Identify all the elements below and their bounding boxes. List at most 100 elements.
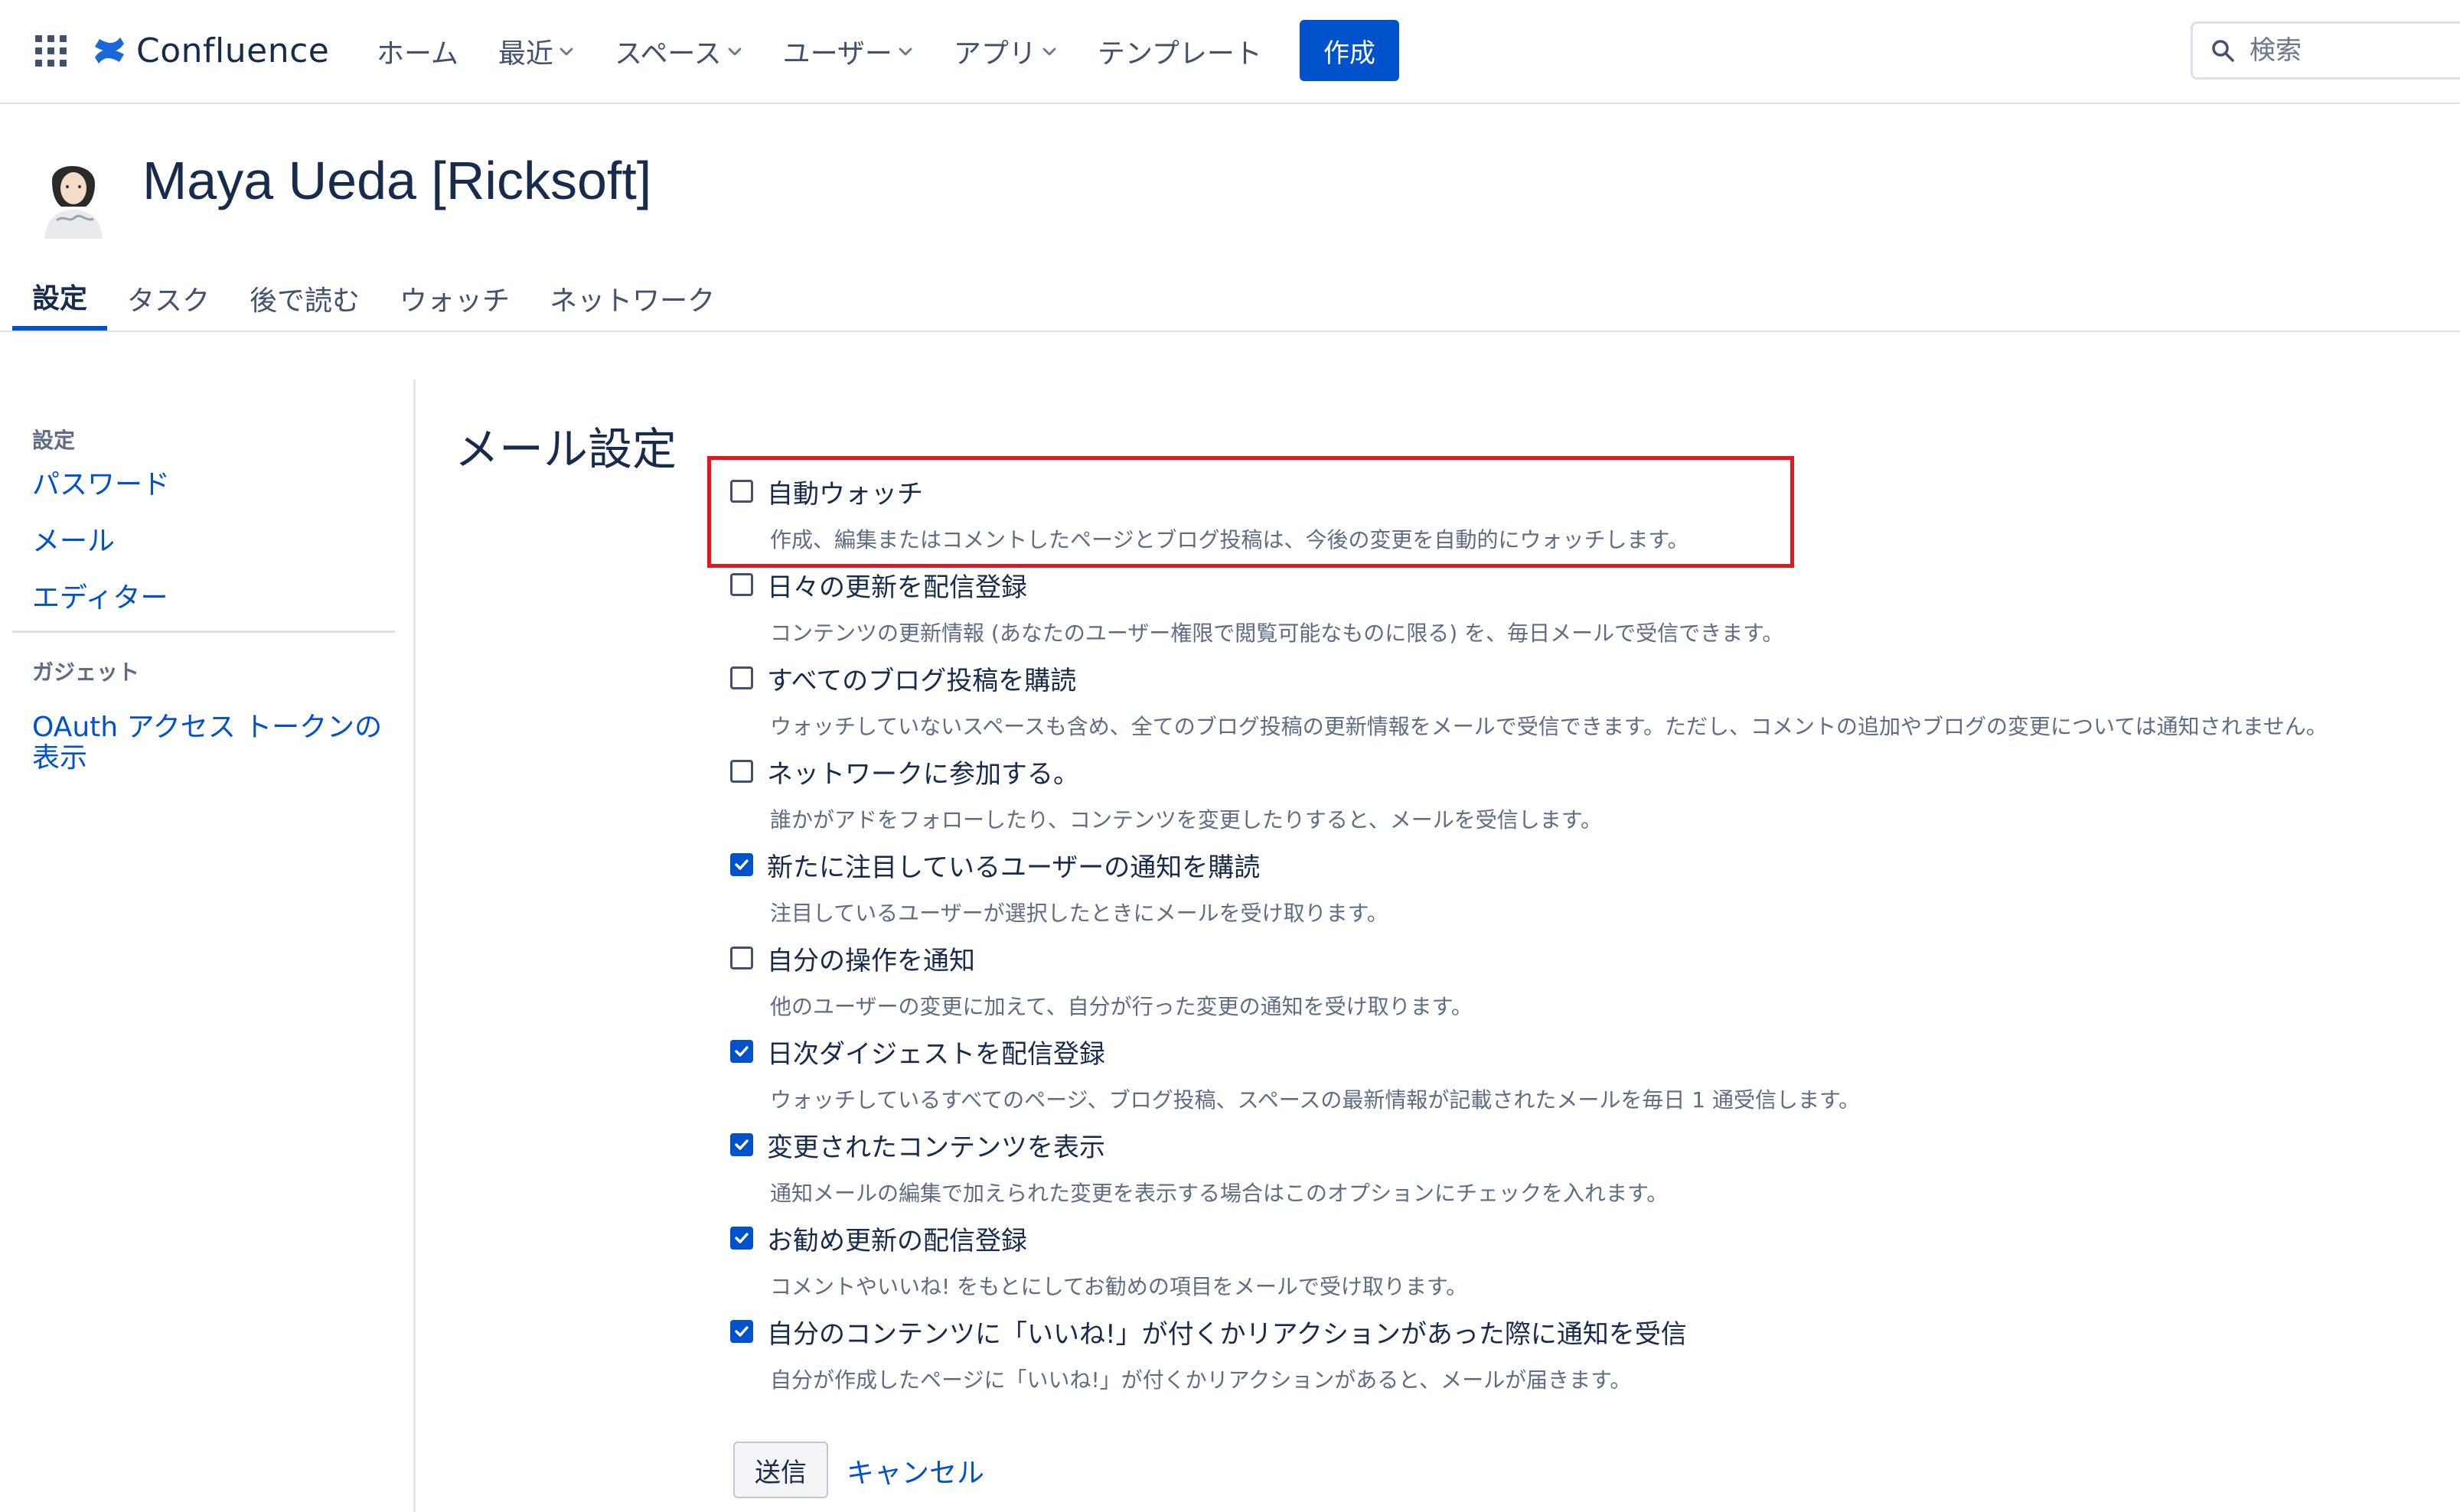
chevron-down-icon	[728, 47, 742, 56]
nav-item-label: アプリ	[953, 38, 1036, 70]
email-option: 自分の操作を通知他のユーザーの変更に加えて、自分が行った変更の通知を受け取ります…	[730, 937, 2445, 1021]
nav-item-label: ホーム	[377, 38, 458, 70]
email-option-checkbox[interactable]	[730, 947, 753, 969]
email-option: すべてのブログ投稿を購読ウォッチしていないスペースも含め、全てのブログ投稿の更新…	[730, 657, 2445, 741]
email-option-label[interactable]: 日次ダイジェストを配信登録	[767, 1033, 1105, 1070]
email-option-row: 自分の操作を通知	[730, 937, 2445, 979]
checkmark-icon	[735, 1139, 749, 1150]
tab-3[interactable]: ウォッチ	[380, 266, 530, 331]
nav-item-2[interactable]: スペース	[615, 31, 743, 71]
email-option-checkbox[interactable]	[730, 1227, 753, 1250]
nav-item-1[interactable]: 最近	[498, 31, 575, 71]
email-option-description: 誰かがアドをフォローしたり、コンテンツを変更したりすると、メールを受信します。	[770, 807, 1602, 833]
checkmark-icon	[735, 859, 749, 870]
tab-1[interactable]: タスク	[107, 266, 230, 331]
email-option-description: ウォッチしていないスペースも含め、全てのブログ投稿の更新情報をメールで受信できま…	[770, 714, 2328, 739]
settings-sidebar: 設定 パスワードメールエディター ガジェット OAuth アクセス トークンの …	[12, 380, 395, 774]
email-option-label[interactable]: 自分のコンテンツに「いいね!」が付くかリアクションがあった際に通知を受信	[767, 1313, 1687, 1351]
email-option-row: 変更されたコンテンツを表示	[730, 1123, 2445, 1166]
nav-item-5[interactable]: テンプレート	[1098, 31, 1262, 71]
confluence-logo-icon	[95, 37, 124, 64]
email-option-checkbox[interactable]	[730, 480, 753, 503]
email-option-row: 新たに注目しているユーザーの通知を購読	[730, 843, 2445, 886]
email-option-checkbox[interactable]	[730, 760, 753, 783]
email-option-label[interactable]: 自分の操作を通知	[767, 940, 975, 977]
tab-4[interactable]: ネットワーク	[530, 266, 735, 331]
nav-item-4[interactable]: アプリ	[954, 31, 1058, 71]
confluence-logo[interactable]: Confluence	[92, 29, 329, 72]
email-option: 自分のコンテンツに「いいね!」が付くかリアクションがあった際に通知を受信自分が作…	[730, 1310, 2445, 1394]
cancel-link[interactable]: キャンセル	[847, 1451, 984, 1491]
sidebar-link-0[interactable]: パスワード	[32, 470, 395, 500]
sidebar-vertical-divider	[413, 380, 416, 1512]
email-option-checkbox[interactable]	[730, 1040, 753, 1063]
email-option-row: 自動ウォッチ	[730, 470, 2445, 513]
email-option-checkbox[interactable]	[730, 573, 753, 596]
email-option-checkbox[interactable]	[730, 853, 753, 876]
email-option-checkbox[interactable]	[730, 666, 753, 689]
nav-item-3[interactable]: ユーザー	[783, 31, 914, 71]
email-option-row: すべてのブログ投稿を購読	[730, 657, 2445, 699]
search-icon	[2212, 40, 2234, 62]
email-option-label[interactable]: 自動ウォッチ	[767, 473, 923, 510]
search-input[interactable]	[2248, 34, 2460, 67]
checkmark-icon	[735, 1046, 749, 1057]
chevron-down-icon	[1042, 47, 1056, 56]
email-option-checkbox[interactable]	[730, 1320, 753, 1343]
email-option: 自動ウォッチ作成、編集またはコメントしたページとブログ投稿は、今後の変更を自動的…	[730, 470, 2445, 554]
email-option: 日々の更新を配信登録コンテンツの更新情報 (あなたのユーザー権限で閲覧可能なもの…	[730, 563, 2445, 647]
app-switcher-icon[interactable]	[35, 35, 67, 67]
email-option-checkbox[interactable]	[730, 1133, 753, 1156]
email-option: 変更されたコンテンツを表示通知メールの編集で加えられた変更を表示する場合はこのオ…	[730, 1123, 2445, 1207]
email-option-label[interactable]: 新たに注目しているユーザーの通知を購読	[767, 846, 1260, 884]
email-option-label[interactable]: 変更されたコンテンツを表示	[767, 1126, 1105, 1164]
page-title: メール設定	[455, 423, 677, 475]
profile-tabs: 設定 タスク 後で読む ウォッチ ネットワーク	[12, 266, 735, 331]
tab-0[interactable]: 設定	[12, 266, 108, 331]
sidebar-link-2[interactable]: エディター	[32, 583, 395, 614]
nav-item-label: テンプレート	[1097, 38, 1262, 70]
tabs-divider	[0, 331, 2460, 332]
email-option: 新たに注目しているユーザーの通知を購読注目しているユーザーが選択したときにメール…	[730, 843, 2445, 927]
nav-item-label: 最近	[498, 38, 553, 70]
email-option-description: 通知メールの編集で加えられた変更を表示する場合はこのオプションにチェックを入れま…	[770, 1181, 1669, 1206]
email-option-description: 自分が作成したページに「いいね!」が付くかリアクションがあると、メールが届きます…	[770, 1367, 1632, 1393]
email-option: 日次ダイジェストを配信登録ウォッチしているすべてのページ、ブログ投稿、スペースの…	[730, 1030, 2445, 1114]
profile-name: Maya Ueda [Ricksoft]	[142, 151, 652, 210]
email-option-row: 日々の更新を配信登録	[730, 563, 2445, 606]
sidebar-heading-settings: 設定	[32, 428, 76, 453]
checkmark-icon	[735, 1326, 749, 1337]
checkmark-icon	[735, 1233, 749, 1243]
email-option: お勧め更新の配信登録コメントやいいね! をもとにしてお勧めの項目をメールで受け取…	[730, 1217, 2445, 1301]
sidebar-heading-gadgets: ガジェット	[32, 660, 140, 685]
sidebar-divider	[12, 631, 395, 633]
nav-item-label: ユーザー	[782, 38, 892, 70]
submit-button[interactable]: 送信	[733, 1442, 828, 1498]
sidebar-link-1[interactable]: メール	[32, 526, 395, 557]
email-option-row: 日次ダイジェストを配信登録	[730, 1030, 2445, 1073]
nav-item-label: スペース	[614, 38, 722, 70]
create-button[interactable]: 作成	[1300, 20, 1399, 81]
email-option-label[interactable]: 日々の更新を配信登録	[767, 566, 1027, 604]
email-option-row: お勧め更新の配信登録	[730, 1217, 2445, 1259]
app-name: Confluence	[136, 31, 330, 70]
top-navigation-bar: Confluence ホーム 最近 スペース ユーザー アプリ テンプレート 作成	[0, 0, 2460, 104]
avatar	[29, 150, 118, 239]
email-option-description: コメントやいいね! をもとにしてお勧めの項目をメールで受け取ります。	[770, 1274, 1468, 1299]
email-option-label[interactable]: すべてのブログ投稿を購読	[767, 660, 1076, 697]
email-option-description: コンテンツの更新情報 (あなたのユーザー権限で閲覧可能なものに限る) を、毎日メ…	[770, 621, 1784, 646]
sidebar-link-oauth-tokens[interactable]: OAuth アクセス トークンの 表示	[32, 712, 384, 774]
chevron-down-icon	[899, 47, 912, 56]
email-option-row: 自分のコンテンツに「いいね!」が付くかリアクションがあった際に通知を受信	[730, 1310, 2445, 1353]
email-option: ネットワークに参加する。誰かがアドをフォローしたり、コンテンツを変更したりすると…	[730, 750, 2445, 834]
tab-2[interactable]: 後で読む	[230, 266, 380, 331]
search-box[interactable]	[2191, 21, 2460, 80]
email-option-description: 他のユーザーの変更に加えて、自分が行った変更の通知を受け取ります。	[770, 994, 1473, 1019]
nav-item-0[interactable]: ホーム	[377, 31, 458, 71]
email-option-label[interactable]: ネットワークに参加する。	[767, 753, 1079, 790]
email-option-description: 注目しているユーザーが選択したときにメールを受け取ります。	[770, 901, 1388, 926]
email-option-description: 作成、編集またはコメントしたページとブログ投稿は、今後の変更を自動的にウォッチし…	[770, 527, 1689, 552]
email-option-label[interactable]: お勧め更新の配信登録	[767, 1220, 1027, 1257]
email-option-description: ウォッチしているすべてのページ、ブログ投稿、スペースの最新情報が記載されたメール…	[770, 1087, 1861, 1113]
main-nav: ホーム 最近 スペース ユーザー アプリ テンプレート	[377, 28, 1302, 75]
